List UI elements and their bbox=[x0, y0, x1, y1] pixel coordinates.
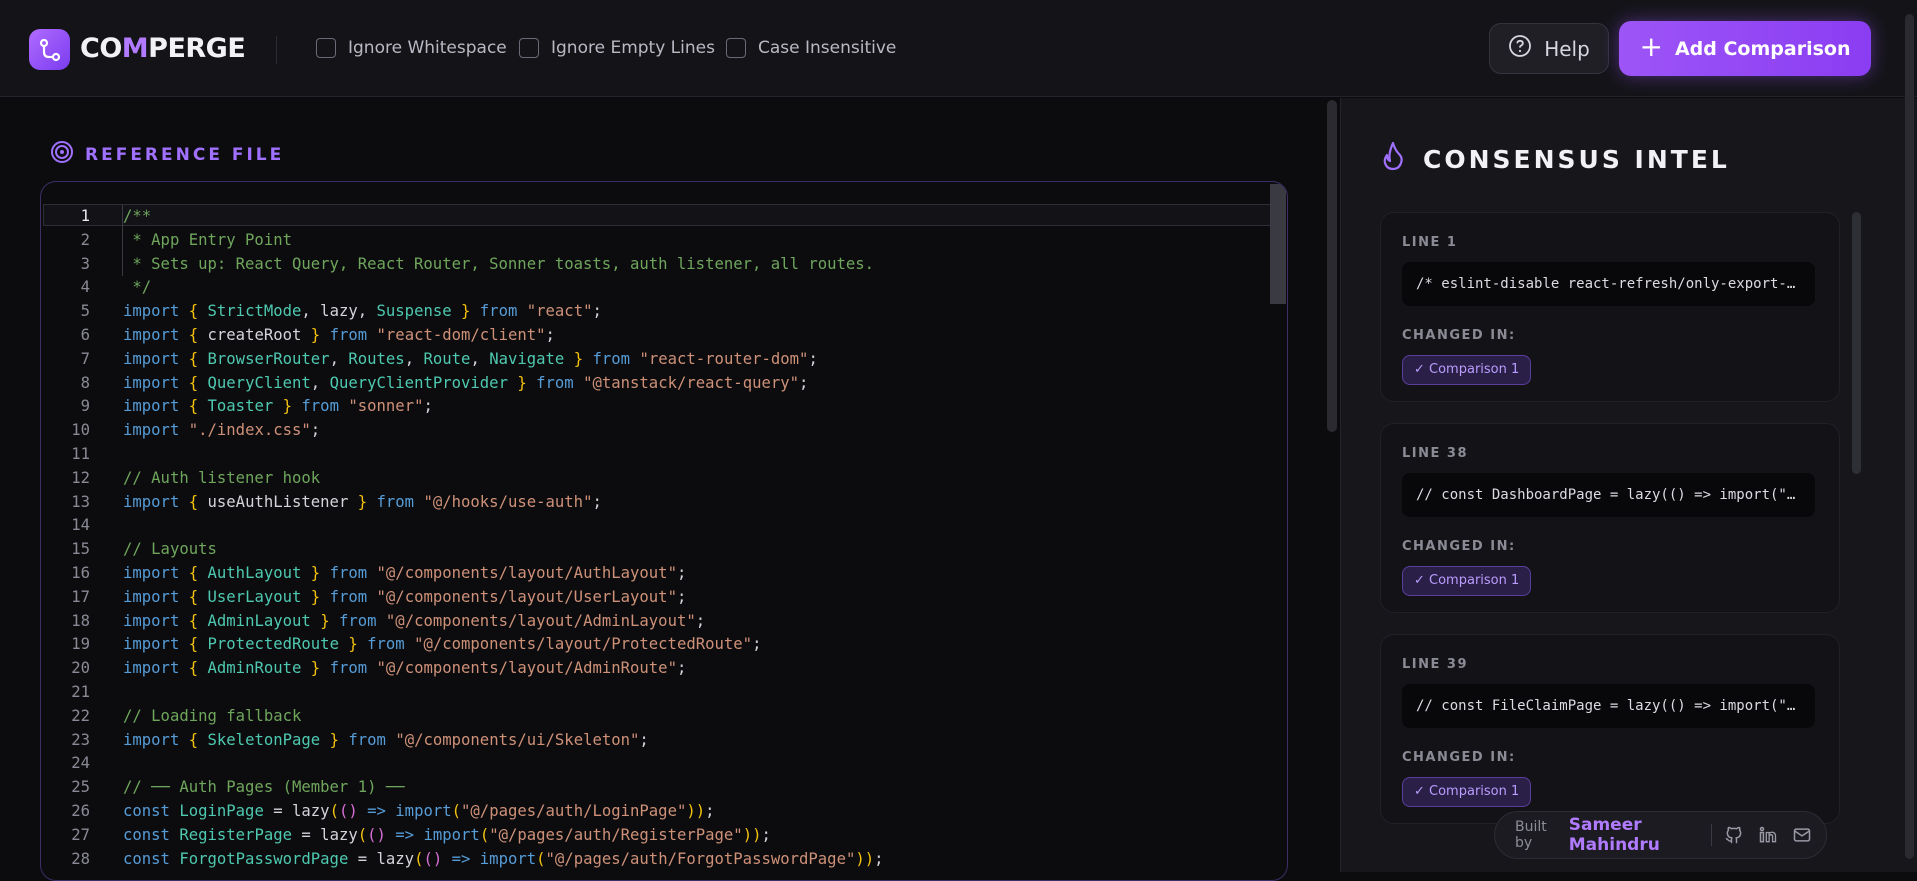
line-content: * App Entry Point bbox=[123, 230, 292, 249]
linkedin-icon[interactable] bbox=[1758, 825, 1778, 845]
mail-icon[interactable] bbox=[1792, 825, 1812, 845]
line-content: const LoginPage = lazy(() => import("@/p… bbox=[123, 801, 715, 820]
author-link[interactable]: Sameer Mahindru bbox=[1569, 815, 1696, 855]
case-insensitive-checkbox[interactable]: Case Insensitive bbox=[726, 38, 896, 58]
line-number: 26 bbox=[71, 801, 90, 820]
change-card[interactable]: LINE 38 // const DashboardPage = lazy(()… bbox=[1380, 423, 1840, 613]
line-number: 14 bbox=[71, 516, 90, 535]
comparison-badge[interactable]: ✓ Comparison 1 bbox=[1402, 355, 1532, 385]
line-number: 6 bbox=[80, 325, 90, 344]
card-changed-label: CHANGED IN: bbox=[1402, 328, 1516, 343]
line-number: 4 bbox=[80, 278, 90, 297]
line-number: 8 bbox=[80, 373, 90, 392]
line-number: 15 bbox=[71, 540, 90, 559]
card-line-label: LINE 39 bbox=[1402, 657, 1468, 672]
logo-icon[interactable] bbox=[29, 29, 70, 70]
current-line-highlight bbox=[43, 204, 1271, 226]
line-number: 21 bbox=[71, 682, 90, 701]
top-bar: COMPERGE Ignore Whitespace Ignore Empty … bbox=[0, 0, 1917, 97]
comparison-badge[interactable]: ✓ Comparison 1 bbox=[1402, 566, 1532, 596]
card-changed-label: CHANGED IN: bbox=[1402, 539, 1516, 554]
code-editor[interactable]: 1 /** 2 * App Entry Point 3 * Sets up: Reac… bbox=[40, 181, 1288, 881]
github-icon[interactable] bbox=[1724, 825, 1744, 845]
line-content: // Loading fallback bbox=[123, 706, 302, 725]
line-number: 5 bbox=[80, 302, 90, 321]
line-content: import { UserLayout } from "@/components… bbox=[123, 587, 687, 606]
reference-file-heading: REFERENCE FILE bbox=[50, 140, 284, 169]
line-content: import { Toaster } from "sonner"; bbox=[123, 397, 433, 416]
line-number: 1 bbox=[80, 207, 90, 225]
plus-icon: + bbox=[1639, 30, 1663, 63]
line-number: 19 bbox=[71, 635, 90, 654]
line-content: import "./index.css"; bbox=[123, 421, 321, 440]
line-number: 24 bbox=[71, 754, 90, 773]
add-comparison-button[interactable]: + Add Comparison bbox=[1619, 21, 1871, 76]
help-icon bbox=[1508, 34, 1532, 63]
window-scrollbar[interactable] bbox=[1905, 14, 1914, 859]
flame-icon bbox=[1381, 141, 1405, 177]
line-number: 16 bbox=[71, 563, 90, 582]
comparison-badge[interactable]: ✓ Comparison 1 bbox=[1402, 777, 1532, 807]
line-number: 18 bbox=[71, 611, 90, 630]
card-changed-label: CHANGED IN: bbox=[1402, 750, 1516, 765]
line-number: 10 bbox=[71, 421, 90, 440]
line-content: * Sets up: React Query, React Router, So… bbox=[123, 254, 875, 273]
target-icon bbox=[50, 140, 74, 169]
line-number: 12 bbox=[71, 468, 90, 487]
line-content: import { AdminRoute } from "@/components… bbox=[123, 659, 687, 678]
card-code-snippet: // const DashboardPage = lazy(() => impo… bbox=[1402, 473, 1815, 517]
ignore-whitespace-checkbox[interactable]: Ignore Whitespace bbox=[316, 38, 507, 58]
line-number: 7 bbox=[80, 349, 90, 368]
card-line-label: LINE 1 bbox=[1402, 235, 1458, 250]
card-code-snippet: // const FileClaimPage = lazy(() => impo… bbox=[1402, 684, 1815, 728]
line-content: // Layouts bbox=[123, 540, 217, 559]
line-content: import { QueryClient, QueryClientProvide… bbox=[123, 373, 809, 392]
line-number: 11 bbox=[71, 444, 90, 463]
consensus-intel-heading: CONSENSUS INTEL bbox=[1381, 141, 1730, 177]
checkbox-box[interactable] bbox=[316, 38, 336, 58]
editor-scrollbar[interactable] bbox=[1270, 184, 1286, 304]
line-content: import { ProtectedRoute } from "@/compon… bbox=[123, 635, 762, 654]
line-number: 28 bbox=[71, 849, 90, 868]
line-content: */ bbox=[123, 278, 152, 297]
change-card[interactable]: LINE 39 // const FileClaimPage = lazy(()… bbox=[1380, 634, 1840, 824]
line-content: const ForgotPasswordPage = lazy(() => im… bbox=[123, 849, 884, 868]
line-content: /** bbox=[123, 207, 152, 225]
line-content: import { AdminLayout } from "@/component… bbox=[123, 611, 706, 630]
line-number: 3 bbox=[80, 254, 90, 273]
line-content: import { AuthLayout } from "@/components… bbox=[123, 563, 687, 582]
panel-scrollbar[interactable] bbox=[1327, 100, 1337, 432]
card-code-snippet: /* eslint-disable react-refresh/only-exp… bbox=[1402, 262, 1815, 306]
line-number: 2 bbox=[80, 230, 90, 249]
line-number: 22 bbox=[71, 706, 90, 725]
line-content: // ── Auth Pages (Member 1) ── bbox=[123, 778, 405, 797]
built-by-footer: Built by Sameer Mahindru bbox=[1494, 811, 1827, 859]
line-number: 17 bbox=[71, 587, 90, 606]
change-card[interactable]: LINE 1 /* eslint-disable react-refresh/o… bbox=[1380, 212, 1840, 402]
line-number: 25 bbox=[71, 778, 90, 797]
line-content: const RegisterPage = lazy(() => import("… bbox=[123, 825, 771, 844]
line-number: 9 bbox=[80, 397, 90, 416]
line-content: // Auth listener hook bbox=[123, 468, 321, 487]
cards-scrollbar[interactable] bbox=[1852, 212, 1861, 474]
header-divider bbox=[276, 36, 277, 64]
line-number: 27 bbox=[71, 825, 90, 844]
line-content: import { BrowserRouter, Routes, Route, N… bbox=[123, 349, 818, 368]
line-content: import { useAuthListener } from "@/hooks… bbox=[123, 492, 602, 511]
line-content: import { StrictMode, lazy, Suspense } fr… bbox=[123, 302, 602, 321]
app-logo-text[interactable]: COMPERGE bbox=[80, 33, 246, 64]
line-content: import { createRoot } from "react-dom/cl… bbox=[123, 325, 555, 344]
line-content: import { SkeletonPage } from "@/componen… bbox=[123, 730, 649, 749]
footer-divider bbox=[1711, 824, 1712, 846]
ignore-empty-lines-checkbox[interactable]: Ignore Empty Lines bbox=[519, 38, 715, 58]
card-line-label: LINE 38 bbox=[1402, 446, 1468, 461]
checkbox-box[interactable] bbox=[519, 38, 539, 58]
line-number: 13 bbox=[71, 492, 90, 511]
checkbox-box[interactable] bbox=[726, 38, 746, 58]
line-number: 23 bbox=[71, 730, 90, 749]
line-number: 20 bbox=[71, 659, 90, 678]
help-button[interactable]: Help bbox=[1489, 23, 1609, 74]
